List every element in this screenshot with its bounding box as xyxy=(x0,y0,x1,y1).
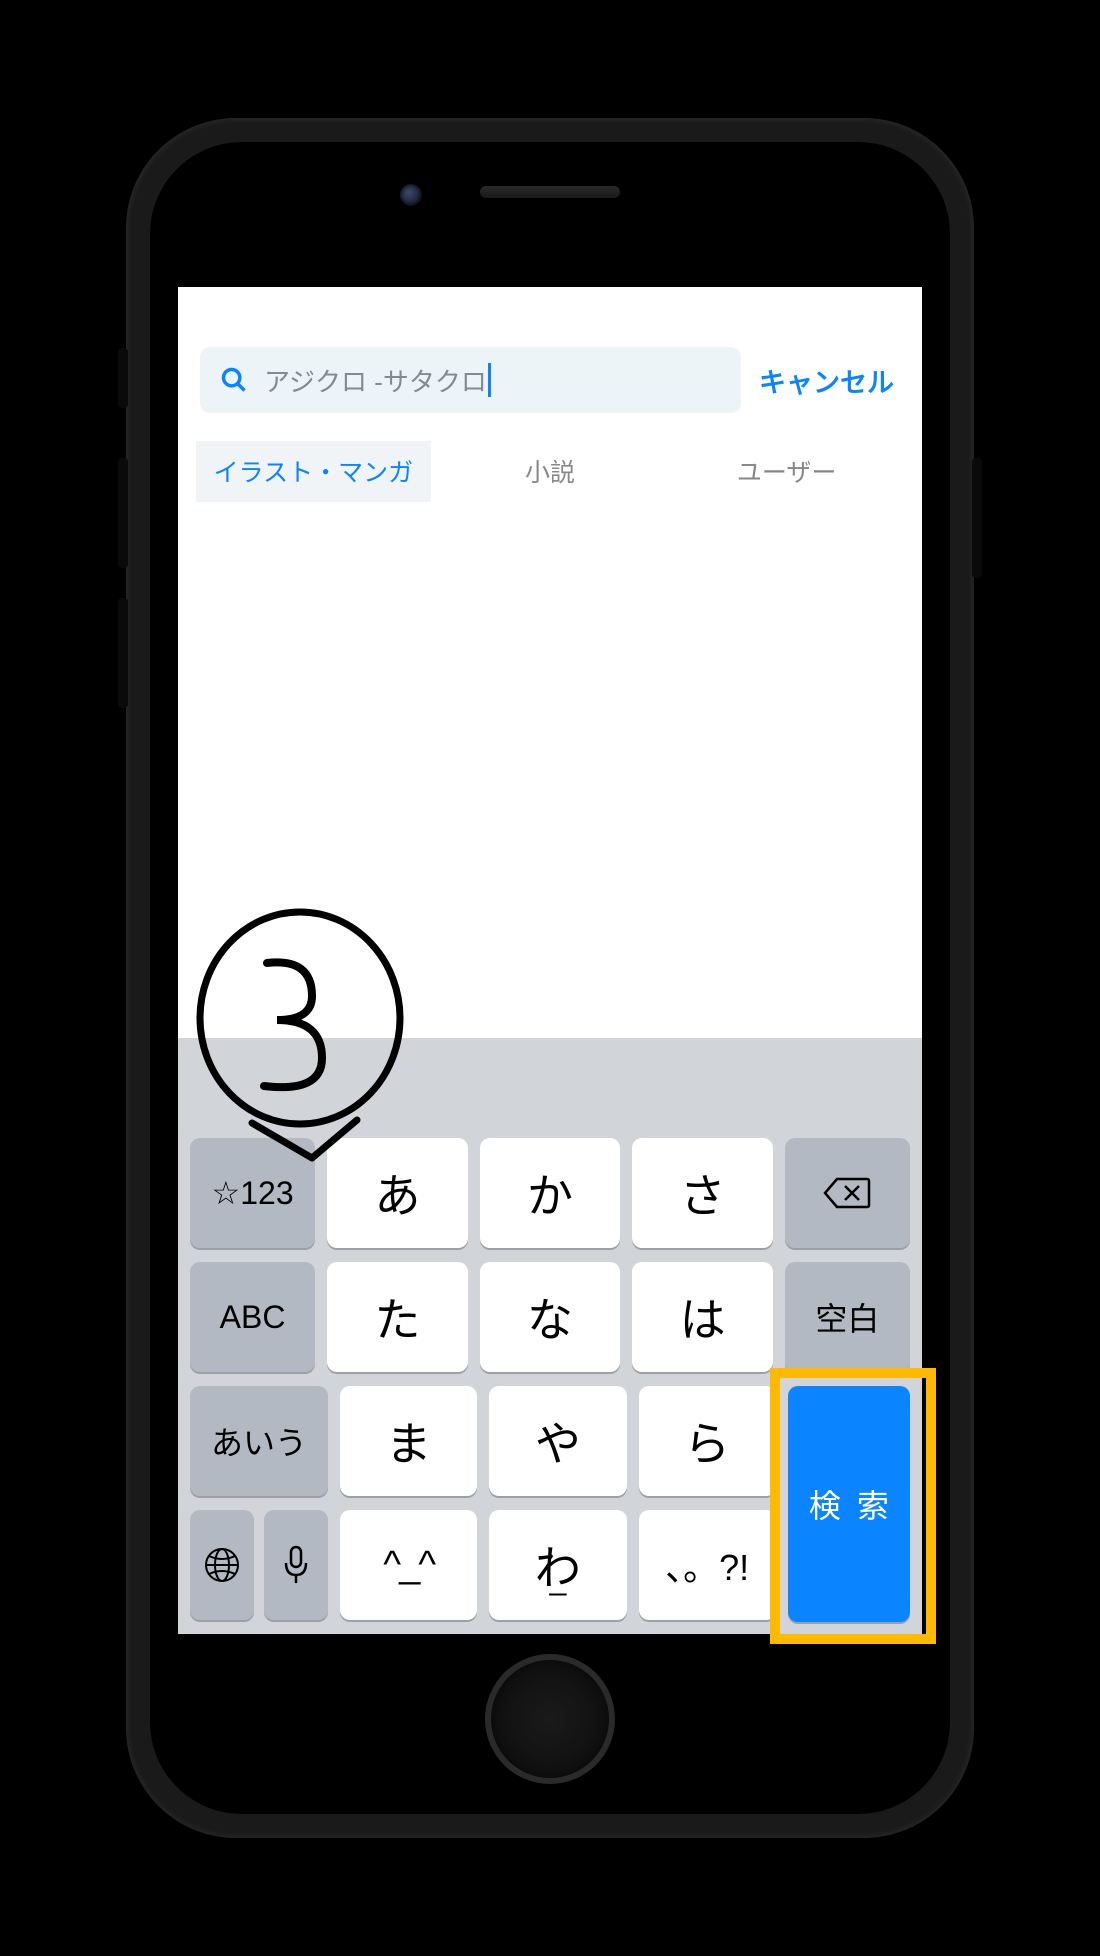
key-ta[interactable]: た xyxy=(327,1262,468,1372)
key-mic[interactable] xyxy=(264,1510,328,1620)
key-ha[interactable]: は xyxy=(632,1262,773,1372)
volume-up xyxy=(118,458,128,568)
tab-illust-manga[interactable]: イラスト・マンガ xyxy=(196,441,431,502)
speaker-grille xyxy=(480,186,620,198)
search-header: アジクロ -サタクロ キャンセル xyxy=(178,287,922,431)
key-globe[interactable] xyxy=(190,1510,254,1620)
key-sa[interactable]: さ xyxy=(632,1138,773,1248)
key-wa[interactable]: わ ー xyxy=(489,1510,626,1620)
key-abc-mode[interactable]: ABC xyxy=(190,1262,315,1372)
power-button xyxy=(972,458,982,578)
key-ka[interactable]: か xyxy=(480,1138,621,1248)
mic-icon xyxy=(283,1545,309,1585)
keyboard: ☆123 あ か さ ABC xyxy=(178,1038,922,1634)
key-wa-sub: ー xyxy=(489,1578,626,1610)
key-space[interactable]: 空白 xyxy=(785,1262,910,1372)
key-ya[interactable]: や xyxy=(489,1386,626,1496)
tab-user[interactable]: ユーザー xyxy=(669,441,904,502)
content-area xyxy=(178,502,922,1038)
phone-frame: アジクロ -サタクロ キャンセル イラスト・マンガ 小説 ユーザー xyxy=(126,118,974,1838)
globe-icon xyxy=(203,1546,241,1584)
search-input[interactable]: アジクロ -サタクロ xyxy=(200,347,741,413)
text-cursor xyxy=(488,363,491,397)
key-num-mode[interactable]: ☆123 xyxy=(190,1138,315,1248)
camera-icon xyxy=(400,184,422,206)
cancel-button[interactable]: キャンセル xyxy=(759,361,900,400)
phone-notch xyxy=(480,186,620,198)
search-tabs: イラスト・マンガ 小説 ユーザー xyxy=(196,441,904,502)
home-button[interactable] xyxy=(485,1654,615,1784)
key-backspace[interactable] xyxy=(785,1138,910,1248)
mute-switch xyxy=(118,348,128,408)
phone-bezel: アジクロ -サタクロ キャンセル イラスト・マンガ 小説 ユーザー xyxy=(150,142,950,1814)
screen: アジクロ -サタクロ キャンセル イラスト・マンガ 小説 ユーザー xyxy=(178,287,922,1634)
volume-down xyxy=(118,598,128,708)
backspace-icon xyxy=(823,1175,871,1211)
key-search[interactable]: 検索 xyxy=(788,1386,910,1622)
search-value: アジクロ -サタクロ xyxy=(264,362,487,399)
key-a[interactable]: あ xyxy=(327,1138,468,1248)
search-icon xyxy=(220,366,248,394)
key-ma[interactable]: ま xyxy=(340,1386,477,1496)
key-ra[interactable]: ら xyxy=(639,1386,776,1496)
key-caret[interactable]: ^_^ xyxy=(340,1510,477,1620)
key-punct[interactable]: 、。?! xyxy=(639,1510,776,1620)
tab-novel[interactable]: 小説 xyxy=(433,441,668,502)
key-na[interactable]: な xyxy=(480,1262,621,1372)
key-aiu-mode[interactable]: あいう xyxy=(190,1386,328,1496)
